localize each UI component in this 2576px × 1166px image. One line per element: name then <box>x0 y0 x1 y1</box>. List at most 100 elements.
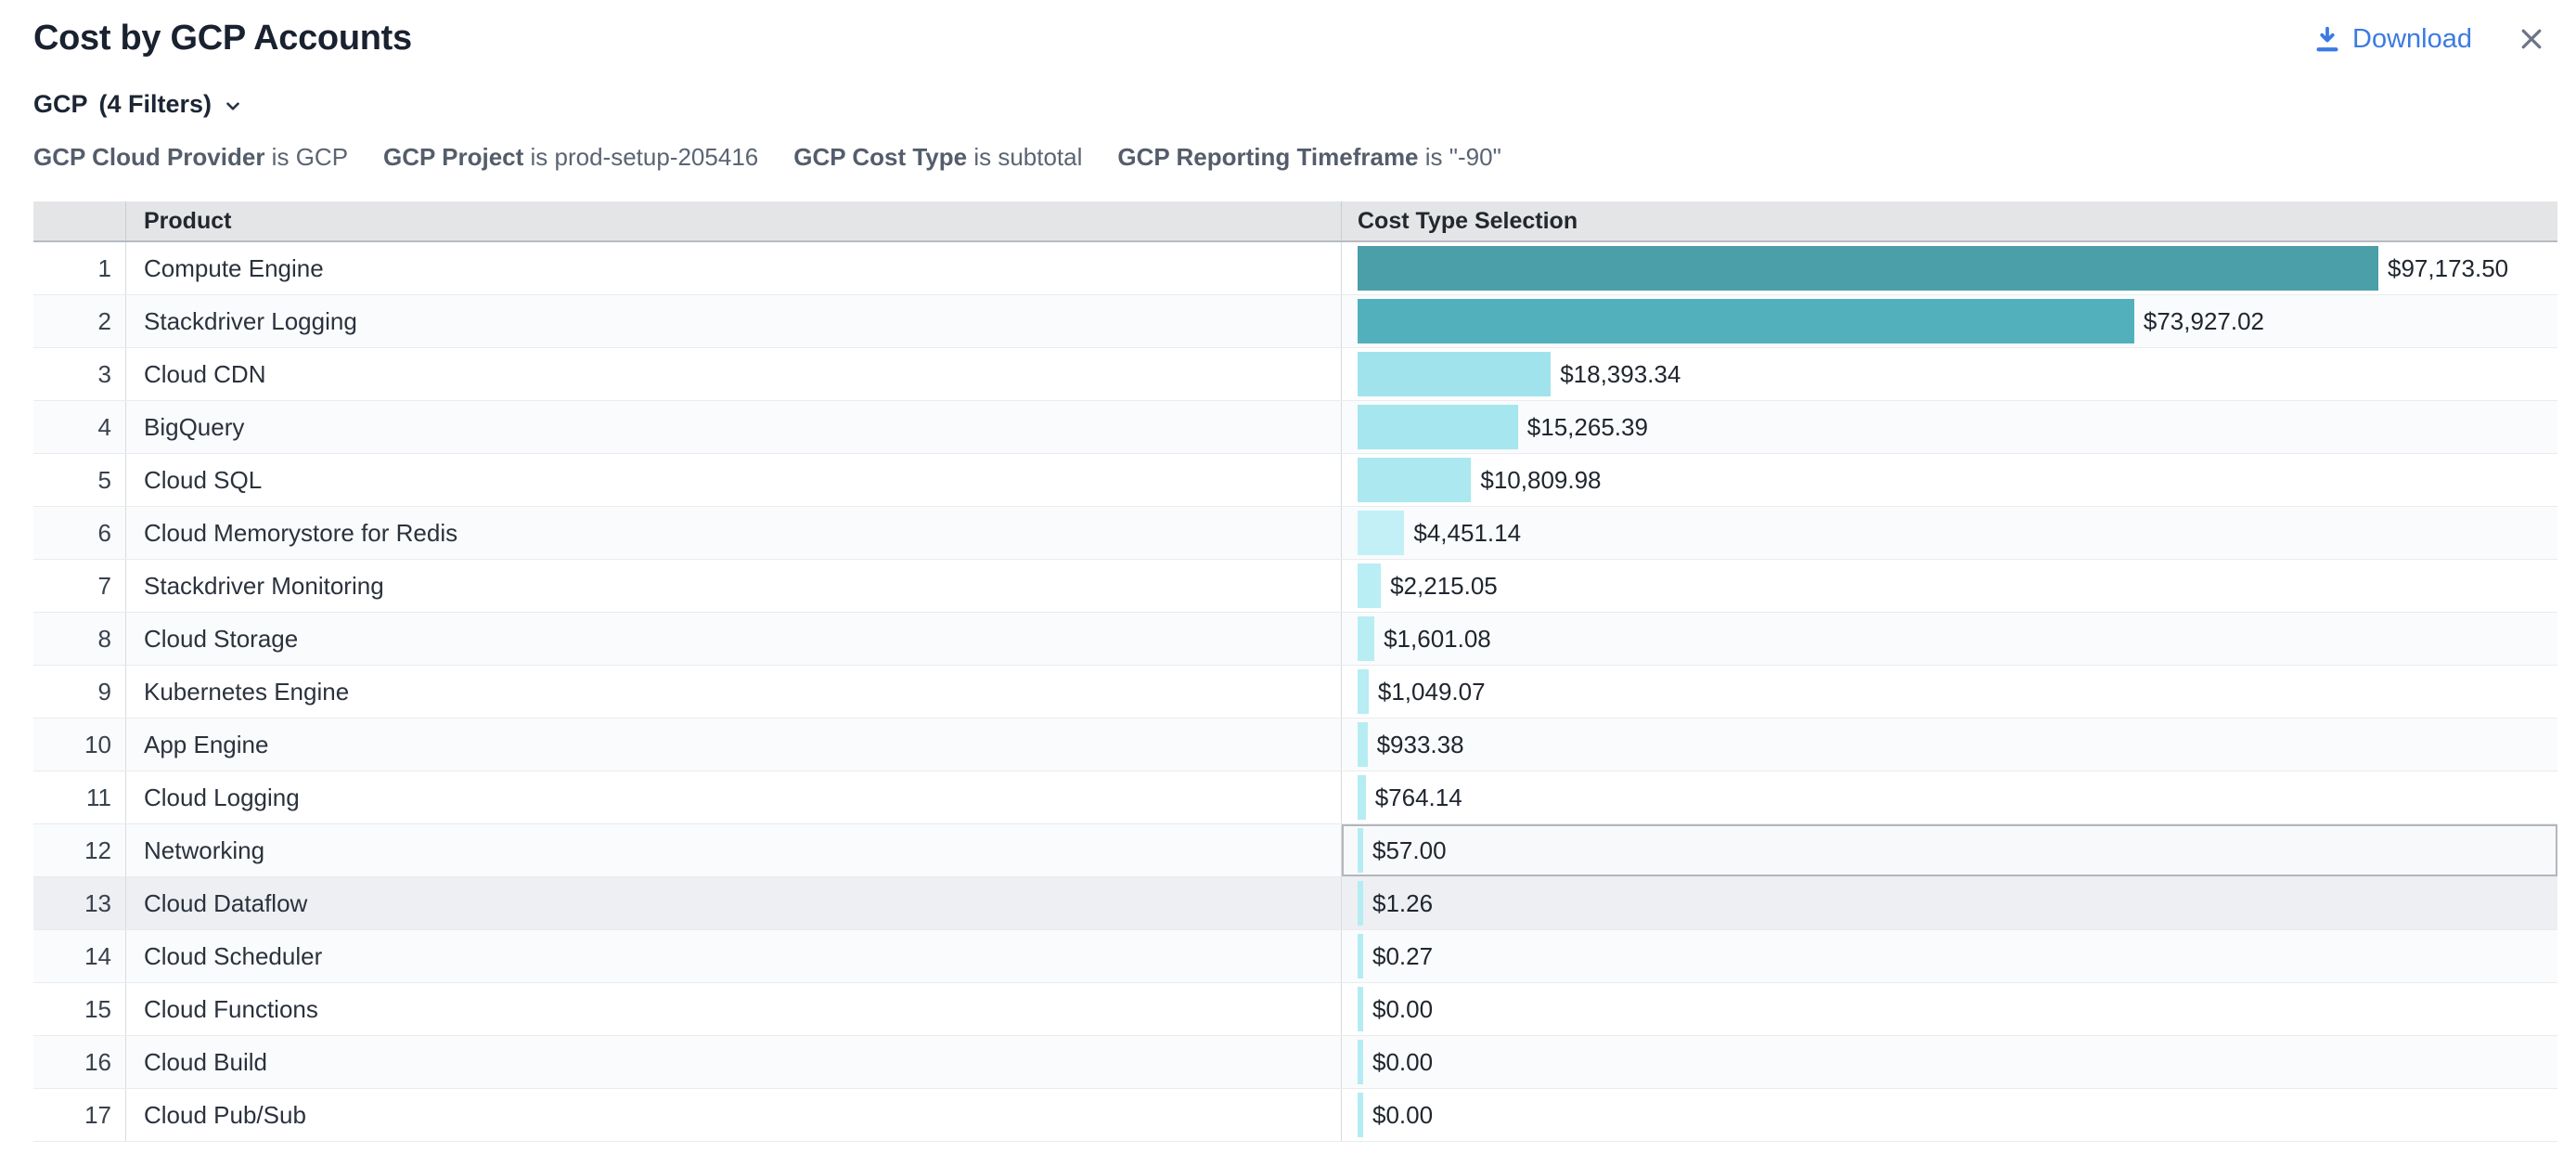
cost-bar <box>1358 722 1368 767</box>
bar-cell[interactable]: $97,173.50 <box>1341 242 2557 294</box>
table-row: 5Cloud SQL $10,809.98 <box>33 454 2557 507</box>
bar-cell[interactable]: $0.00 <box>1341 983 2557 1035</box>
filters-count-label: (4 Filters) <box>99 90 213 119</box>
cost-bar <box>1358 881 1363 926</box>
cost-bar <box>1358 669 1369 714</box>
cost-value-label: $1,601.08 <box>1384 625 1491 654</box>
download-button[interactable]: Download <box>2313 24 2472 55</box>
row-number-cell[interactable]: 10 <box>33 719 125 771</box>
bar-cell[interactable]: $1.26 <box>1341 877 2557 929</box>
product-cell[interactable]: Cloud Logging <box>125 771 1341 823</box>
product-cell[interactable]: BigQuery <box>125 401 1341 453</box>
table-row: 9Kubernetes Engine $1,049.07 <box>33 666 2557 719</box>
bar-cell[interactable]: $73,927.02 <box>1341 295 2557 347</box>
table-body: 1Compute Engine $97,173.50 2Stackdriver Lo… <box>33 242 2557 1142</box>
product-cell[interactable]: Cloud CDN <box>125 348 1341 400</box>
cost-value-label: $0.00 <box>1372 995 1433 1024</box>
table-row: 10App Engine $933.38 <box>33 719 2557 771</box>
bar-cell[interactable]: $4,451.14 <box>1341 507 2557 559</box>
row-number-cell[interactable]: 1 <box>33 242 125 294</box>
product-cell[interactable]: Cloud Storage <box>125 613 1341 665</box>
row-number-cell[interactable]: 12 <box>33 824 125 876</box>
cost-value-label: $1,049.07 <box>1378 678 1486 706</box>
product-cell[interactable]: App Engine <box>125 719 1341 771</box>
product-cell[interactable]: Kubernetes Engine <box>125 666 1341 718</box>
bar-cell[interactable]: $1,601.08 <box>1341 613 2557 665</box>
table-row: 11Cloud Logging$764.14 <box>33 771 2557 824</box>
applied-filter: GCP Cost Type is subtotal <box>793 143 1082 172</box>
bar-cell[interactable]: $0.00 <box>1341 1036 2557 1088</box>
table-row: 17Cloud Pub/Sub$0.00 <box>33 1089 2557 1142</box>
bar-cell[interactable]: $933.38 <box>1341 719 2557 771</box>
product-cell[interactable]: Cloud Functions <box>125 983 1341 1035</box>
cost-value-label: $2,215.05 <box>1390 572 1498 601</box>
download-icon <box>2313 25 2341 53</box>
cost-bar <box>1358 299 2134 343</box>
table-header-row: Product Cost Type Selection <box>33 201 2557 242</box>
cost-by-gcp-accounts-panel: Cost by GCP Accounts Download GCP (4 Fil… <box>0 0 2576 1142</box>
filters-dropdown-toggle[interactable]: GCP (4 Filters) <box>33 90 243 119</box>
product-cell[interactable]: Cloud Scheduler <box>125 930 1341 982</box>
product-cell[interactable]: Stackdriver Monitoring <box>125 560 1341 612</box>
table-row: 13Cloud Dataflow$1.26 <box>33 877 2557 930</box>
product-cell[interactable]: Networking <box>125 824 1341 876</box>
column-header-product: Product <box>125 201 1341 240</box>
row-number-cell[interactable]: 13 <box>33 877 125 929</box>
row-number-cell[interactable]: 11 <box>33 771 125 823</box>
row-number-cell[interactable]: 7 <box>33 560 125 612</box>
cost-value-label: $10,809.98 <box>1480 466 1601 495</box>
download-label: Download <box>2352 24 2472 55</box>
cost-table: Product Cost Type Selection 1Compute Eng… <box>33 201 2557 1142</box>
bar-cell[interactable]: $18,393.34 <box>1341 348 2557 400</box>
bar-cell[interactable]: $0.27 <box>1341 930 2557 982</box>
product-cell[interactable]: Stackdriver Logging <box>125 295 1341 347</box>
bar-cell[interactable]: $2,215.05 <box>1341 560 2557 612</box>
product-cell[interactable]: Cloud Memorystore for Redis <box>125 507 1341 559</box>
cost-bar <box>1358 828 1363 873</box>
applied-filters-bar: GCP Cloud Provider is GCPGCP Project is … <box>33 143 2576 172</box>
row-number-cell[interactable]: 9 <box>33 666 125 718</box>
cost-bar <box>1358 934 1363 978</box>
row-number-cell[interactable]: 17 <box>33 1089 125 1141</box>
product-cell[interactable]: Cloud Build <box>125 1036 1341 1088</box>
product-cell[interactable]: Cloud SQL <box>125 454 1341 506</box>
row-number-cell[interactable]: 4 <box>33 401 125 453</box>
row-number-cell[interactable]: 14 <box>33 930 125 982</box>
row-number-cell[interactable]: 15 <box>33 983 125 1035</box>
cost-value-label: $97,173.50 <box>2388 254 2508 283</box>
table-row: 4BigQuery$15,265.39 <box>33 401 2557 454</box>
cost-value-label: $0.00 <box>1372 1048 1433 1077</box>
row-number-cell[interactable]: 2 <box>33 295 125 347</box>
cost-bar <box>1358 987 1363 1031</box>
table-row: 3Cloud CDN$18,393.34 <box>33 348 2557 401</box>
cost-bar <box>1358 1093 1363 1137</box>
bar-cell[interactable]: $10,809.98 <box>1341 454 2557 506</box>
row-number-cell[interactable]: 6 <box>33 507 125 559</box>
bar-cell[interactable]: $0.00 <box>1341 1089 2557 1141</box>
table-row: 14Cloud Scheduler$0.27 <box>33 930 2557 983</box>
table-row: 8Cloud Storage $1,601.08 <box>33 613 2557 666</box>
cost-value-label: $57.00 <box>1372 836 1447 865</box>
row-number-cell[interactable]: 5 <box>33 454 125 506</box>
bar-cell[interactable]: $764.14 <box>1341 771 2557 823</box>
product-cell[interactable]: Cloud Pub/Sub <box>125 1089 1341 1141</box>
close-icon[interactable] <box>2515 22 2548 56</box>
topbar-actions: Download <box>2313 22 2548 56</box>
applied-filter: GCP Reporting Timeframe is "-90" <box>1117 143 1501 172</box>
cost-bar <box>1358 564 1381 608</box>
product-cell[interactable]: Cloud Dataflow <box>125 877 1341 929</box>
table-row: 2Stackdriver Logging$73,927.02 <box>33 295 2557 348</box>
cost-value-label: $933.38 <box>1377 731 1464 759</box>
table-row: 12Networking $57.00 <box>33 824 2557 877</box>
bar-cell-selected[interactable]: $57.00 <box>1341 824 2557 876</box>
cost-bar <box>1358 352 1551 396</box>
bar-cell[interactable]: $15,265.39 <box>1341 401 2557 453</box>
bar-cell[interactable]: $1,049.07 <box>1341 666 2557 718</box>
product-cell[interactable]: Compute Engine <box>125 242 1341 294</box>
row-number-cell[interactable]: 8 <box>33 613 125 665</box>
row-number-cell[interactable]: 16 <box>33 1036 125 1088</box>
table-row: 7Stackdriver Monitoring $2,215.05 <box>33 560 2557 613</box>
cost-value-label: $4,451.14 <box>1413 519 1521 548</box>
cost-bar <box>1358 405 1518 449</box>
row-number-cell[interactable]: 3 <box>33 348 125 400</box>
